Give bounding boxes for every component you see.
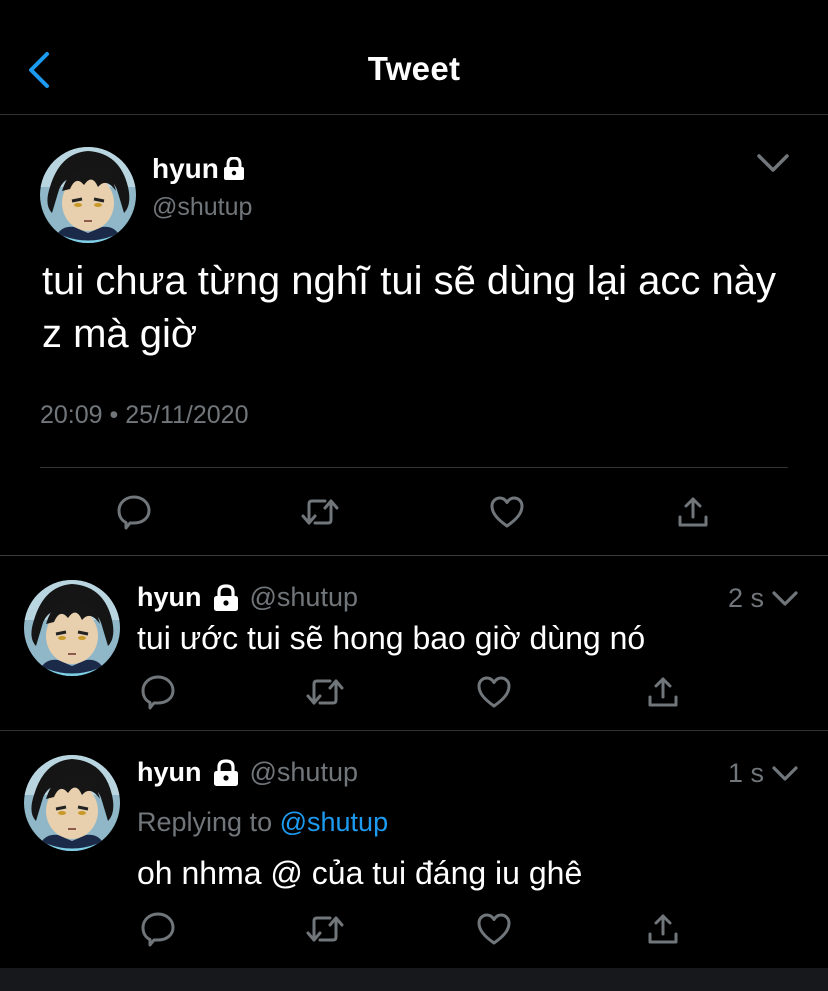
chevron-down-icon: [772, 766, 798, 781]
tweet-timestamp[interactable]: 20:09 • 25/11/2020: [40, 401, 248, 430]
avatar[interactable]: [24, 755, 120, 851]
page-title: Tweet: [367, 50, 461, 87]
author-handle[interactable]: @shutup: [152, 193, 252, 222]
more-options-button[interactable]: [770, 588, 800, 610]
share-icon: [648, 677, 678, 707]
reply-header: hyun @shutup: [137, 582, 358, 613]
retweet-button[interactable]: [305, 909, 345, 949]
reply-icon: [141, 912, 175, 947]
bottom-bar: [0, 968, 828, 991]
author-handle[interactable]: @shutup: [250, 757, 358, 788]
replying-to-mention[interactable]: @shutup: [280, 807, 388, 837]
avatar[interactable]: [40, 147, 136, 243]
divider: [40, 467, 788, 468]
reply-tweet[interactable]: hyun @shutup 1 s Replying to @shutup oh …: [0, 731, 828, 968]
retweet-icon: [306, 679, 344, 705]
reply-button[interactable]: [138, 672, 178, 712]
author-name[interactable]: hyun: [152, 153, 245, 185]
more-options-button[interactable]: [770, 763, 800, 785]
share-icon: [678, 497, 708, 527]
reply-button[interactable]: [114, 492, 154, 532]
share-button[interactable]: [643, 672, 683, 712]
lock-icon: [212, 758, 240, 787]
author-handle[interactable]: @shutup: [250, 582, 358, 613]
reply-text: oh nhma @ của tui đáng iu ghê: [137, 855, 583, 891]
like-button[interactable]: [474, 909, 514, 949]
retweet-button[interactable]: [305, 672, 345, 712]
main-tweet: hyun @shutup tui chưa từng nghĩ tui sẽ d…: [0, 115, 828, 555]
avatar[interactable]: [24, 580, 120, 676]
replying-to: Replying to @shutup: [137, 807, 388, 838]
share-icon: [648, 914, 678, 944]
reply-icon: [117, 495, 151, 530]
reply-text: tui ước tui sẽ hong bao giờ dùng nó: [137, 620, 646, 656]
chevron-down-icon: [757, 154, 789, 172]
author-name[interactable]: hyun: [137, 757, 202, 788]
reply-timestamp: 1 s: [727, 758, 764, 788]
retweet-icon: [301, 499, 339, 525]
chevron-down-icon: [772, 591, 798, 606]
tweet-text: tui chưa từng nghĩ tui sẽ dùng lại acc n…: [42, 259, 777, 356]
lock-icon: [212, 583, 240, 612]
reply-button[interactable]: [138, 909, 178, 949]
like-button[interactable]: [487, 492, 527, 532]
heart-icon: [477, 913, 511, 945]
reply-tweet[interactable]: hyun @shutup 2 s tui ước tui sẽ hong bao…: [0, 556, 828, 730]
lock-icon: [223, 157, 244, 180]
retweet-button[interactable]: [300, 492, 340, 532]
more-options-button[interactable]: [756, 151, 790, 175]
reply-icon: [141, 675, 175, 710]
top-bar: Tweet: [0, 0, 828, 115]
share-button[interactable]: [643, 909, 683, 949]
share-button[interactable]: [673, 492, 713, 532]
author-name[interactable]: hyun: [137, 582, 202, 613]
author-name-text: hyun: [152, 153, 219, 184]
heart-icon: [490, 496, 524, 528]
reply-header: hyun @shutup: [137, 757, 358, 788]
reply-timestamp: 2 s: [727, 583, 764, 613]
retweet-icon: [306, 916, 344, 942]
replying-to-label: Replying to: [137, 807, 273, 837]
like-button[interactable]: [474, 672, 514, 712]
heart-icon: [477, 676, 511, 708]
